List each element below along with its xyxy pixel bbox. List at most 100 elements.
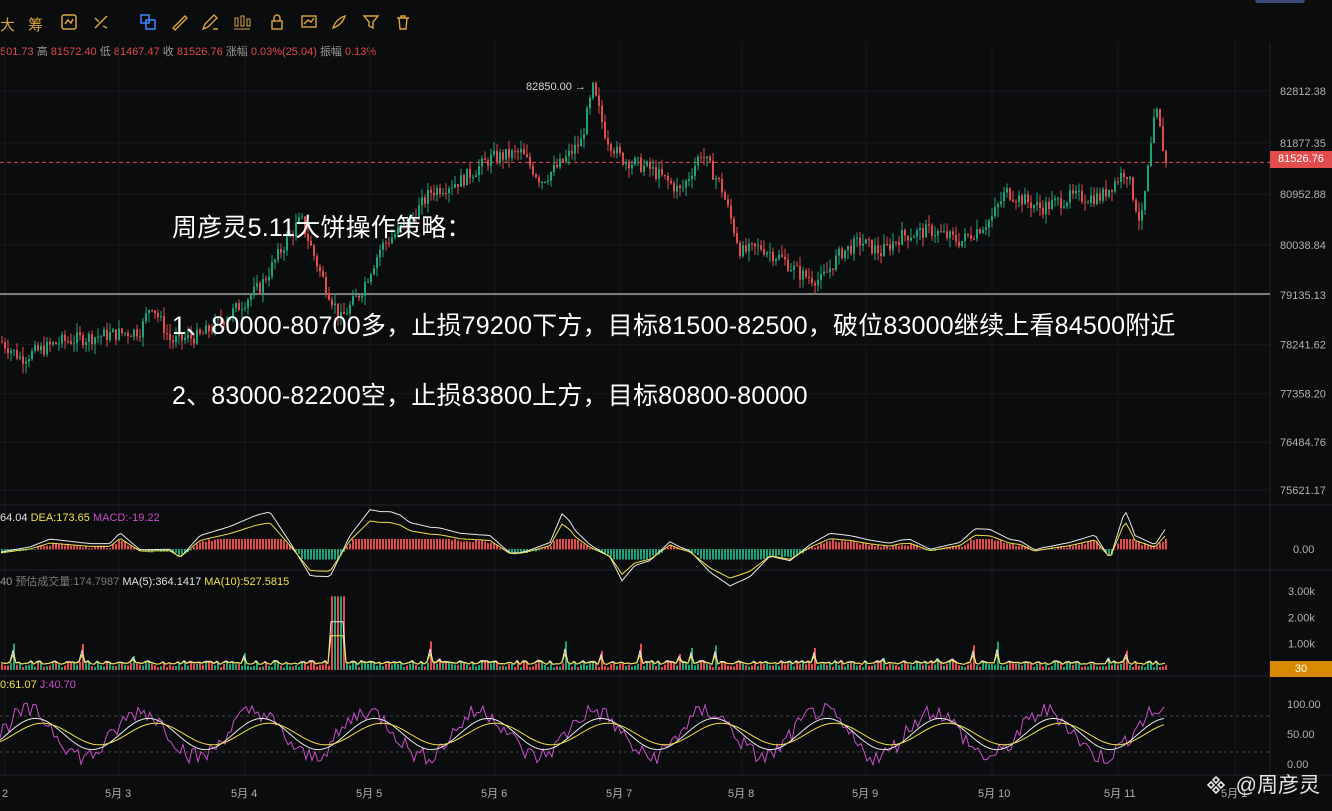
candle-body — [517, 150, 519, 153]
volume-bar — [241, 665, 243, 670]
macd-bar — [376, 539, 378, 550]
candle-body — [139, 336, 141, 338]
volume-bar — [580, 664, 582, 670]
volume-bar — [280, 665, 282, 670]
candle-body — [721, 178, 723, 193]
volume-bar — [1015, 663, 1017, 670]
volume-bar — [607, 667, 609, 670]
volume-bar — [493, 661, 495, 670]
macd-bar — [373, 539, 375, 550]
candle-body — [604, 121, 606, 139]
macd-bar — [643, 549, 645, 560]
macd-bar — [961, 546, 963, 550]
macd-bar — [472, 542, 474, 550]
candle-body — [664, 174, 666, 177]
macd-bar — [307, 549, 309, 560]
macd-bar — [247, 539, 249, 550]
candle-body — [532, 165, 534, 175]
candle-body — [46, 341, 48, 355]
candle-body — [520, 149, 522, 153]
candle-body — [730, 205, 732, 219]
volume-bar — [46, 666, 48, 670]
volume-bar — [505, 666, 507, 670]
candle-body — [742, 245, 744, 257]
volume-bar — [157, 666, 159, 670]
candle-body — [280, 249, 282, 253]
volume-bar — [709, 664, 711, 670]
candle-body — [886, 244, 888, 246]
volume-bar — [490, 663, 492, 670]
candle-body — [544, 181, 546, 183]
macd-bar — [1084, 544, 1086, 550]
macd-bar — [904, 545, 906, 550]
candle-body — [973, 238, 975, 240]
date-label-0: 2 — [2, 788, 8, 800]
macd-bar — [478, 540, 480, 550]
macd-bar — [436, 539, 438, 550]
volume-bar — [1081, 666, 1083, 670]
volume-bar — [1075, 663, 1077, 670]
macd-bar — [853, 540, 855, 550]
candle-body — [496, 150, 498, 162]
macd-bar — [613, 549, 615, 560]
volume-bar — [322, 664, 324, 670]
macd-bar — [1129, 539, 1131, 550]
candle-body — [79, 332, 81, 336]
macd-bar — [907, 545, 909, 550]
macd-bar — [121, 540, 123, 550]
candle-body — [901, 229, 903, 245]
candle-body — [1078, 190, 1080, 192]
volume-bar — [442, 663, 444, 670]
macd-bar — [964, 545, 966, 550]
candle-body — [817, 279, 819, 286]
candle-body — [766, 252, 768, 255]
volume-bar — [247, 665, 249, 670]
macd-bar — [583, 544, 585, 550]
candle-body — [1159, 109, 1161, 127]
candle-body — [679, 185, 681, 189]
candle-body — [670, 180, 672, 184]
candle-body — [739, 242, 741, 257]
volume-tick-0: 3.00k — [1288, 586, 1315, 598]
candle-body — [916, 230, 918, 237]
candle-body — [625, 161, 627, 165]
volume-bar — [265, 662, 267, 670]
macd-bar — [820, 543, 822, 550]
macd-bar — [1021, 545, 1023, 550]
volume-bar — [181, 666, 183, 670]
macd-bar — [892, 546, 894, 550]
candle-body — [619, 146, 621, 153]
volume-bar — [370, 662, 372, 670]
candle-body — [685, 180, 687, 188]
macd-bar — [400, 539, 402, 550]
volume-bar — [187, 665, 189, 670]
volume-bar — [1, 664, 3, 670]
volume-bar — [1141, 665, 1143, 670]
candle-body — [1156, 109, 1158, 118]
candle-body — [979, 229, 981, 234]
candle-body — [838, 248, 840, 256]
candle-body — [115, 329, 117, 340]
macd-bar — [415, 539, 417, 550]
volume-bar — [700, 661, 702, 670]
macd-bar — [868, 545, 870, 550]
volume-ma10: MA(10):527.5815 — [204, 576, 290, 588]
candle-body — [988, 220, 990, 228]
candle-body — [706, 156, 708, 159]
candle-body — [58, 343, 60, 345]
candle-body — [841, 248, 843, 259]
volume-bar — [451, 663, 453, 670]
macd-bar — [835, 541, 837, 550]
candle-body — [361, 295, 363, 298]
macd-bar — [460, 541, 462, 550]
candle-body — [283, 250, 285, 253]
volume-bar — [130, 662, 132, 670]
volume-bar — [214, 665, 216, 670]
candle-body — [259, 283, 261, 293]
macd-bar — [703, 549, 705, 560]
candle-body — [10, 350, 12, 354]
candle-body — [1, 341, 3, 343]
candle-body — [697, 156, 699, 166]
candle-body — [103, 329, 105, 337]
volume-bar — [448, 662, 450, 670]
